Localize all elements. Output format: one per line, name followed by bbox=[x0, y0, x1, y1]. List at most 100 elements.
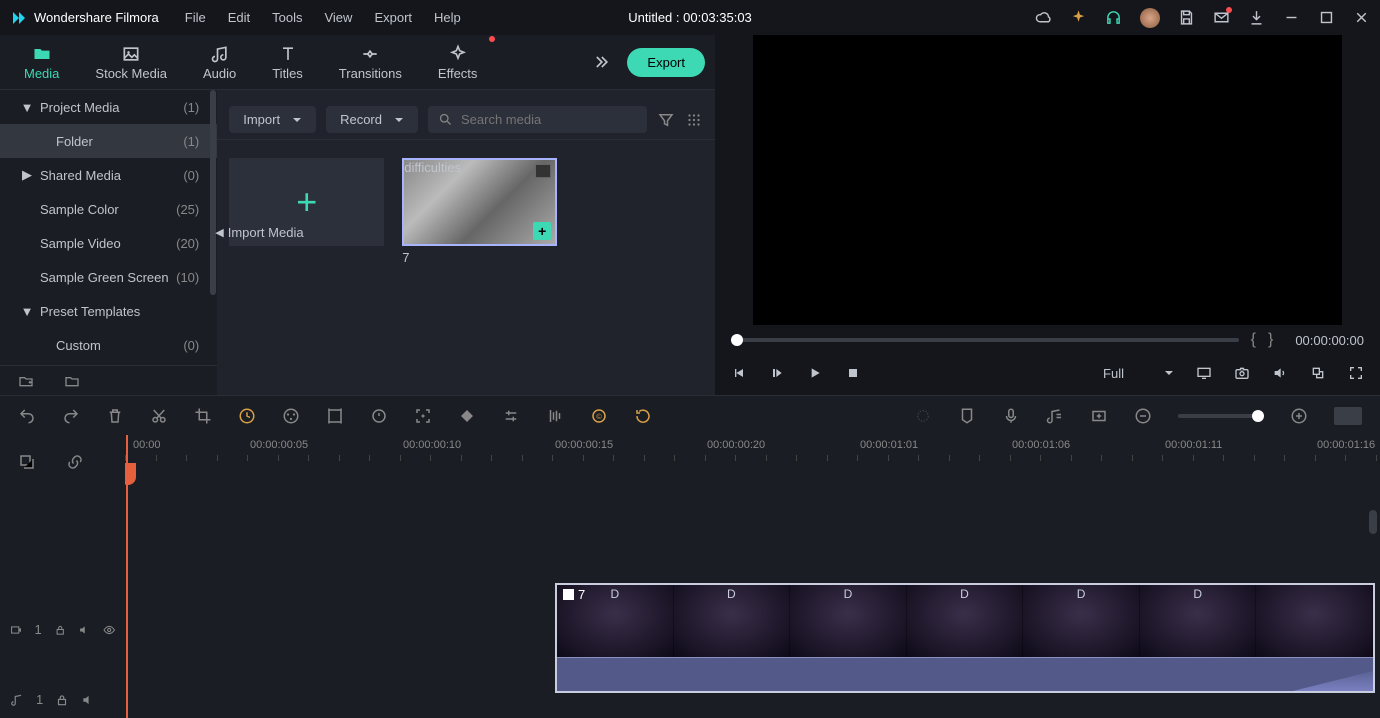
seek-thumb[interactable] bbox=[731, 334, 743, 346]
sidebar-sample-color[interactable]: Sample Color (25) bbox=[0, 192, 217, 226]
zoom-out-icon[interactable] bbox=[1134, 407, 1152, 425]
record-dropdown[interactable]: Record bbox=[326, 106, 418, 133]
mute-icon[interactable] bbox=[78, 623, 90, 637]
zoom-slider[interactable] bbox=[1178, 414, 1264, 418]
media-clip[interactable]: +difficulties 7 bbox=[402, 158, 557, 265]
new-folder-icon[interactable] bbox=[18, 373, 34, 389]
sidebar-preset-templates[interactable]: ▼ Preset Templates bbox=[0, 294, 217, 328]
adjust-icon[interactable] bbox=[502, 407, 520, 425]
menu-file[interactable]: File bbox=[185, 10, 206, 25]
snapshot-icon[interactable] bbox=[1234, 365, 1250, 381]
preview-screen[interactable] bbox=[753, 35, 1342, 325]
marker-dashed-icon[interactable] bbox=[914, 407, 932, 425]
display-icon[interactable] bbox=[1196, 365, 1212, 381]
user-avatar[interactable] bbox=[1140, 8, 1160, 28]
menu-export[interactable]: Export bbox=[374, 10, 412, 25]
popout-icon[interactable] bbox=[1310, 365, 1326, 381]
speed-ramp-icon[interactable] bbox=[370, 407, 388, 425]
sidebar-sample-green[interactable]: Sample Green Screen (10) bbox=[0, 260, 217, 294]
grid-view-icon[interactable] bbox=[685, 111, 703, 129]
delete-icon[interactable] bbox=[106, 407, 124, 425]
menu-view[interactable]: View bbox=[324, 10, 352, 25]
mic-icon[interactable] bbox=[1002, 407, 1020, 425]
download-icon[interactable] bbox=[1248, 9, 1265, 26]
save-icon[interactable] bbox=[1178, 9, 1195, 26]
step-forward-icon[interactable] bbox=[769, 365, 785, 381]
import-media-label[interactable]: ◀ Import Media bbox=[215, 225, 303, 240]
volume-icon[interactable] bbox=[1272, 365, 1288, 381]
menu-help[interactable]: Help bbox=[434, 10, 461, 25]
visibility-icon[interactable] bbox=[103, 623, 115, 637]
filter-icon[interactable] bbox=[657, 111, 675, 129]
fullscreen-icon[interactable] bbox=[1348, 365, 1364, 381]
sidebar-scrollbar[interactable] bbox=[210, 90, 216, 295]
maximize-icon[interactable] bbox=[1318, 9, 1335, 26]
quality-dropdown[interactable]: Full bbox=[1103, 366, 1174, 381]
view-toggle[interactable] bbox=[1334, 407, 1362, 425]
tab-media[interactable]: Media bbox=[10, 38, 73, 87]
cut-icon[interactable] bbox=[150, 407, 168, 425]
sidebar-shared-media[interactable]: ▶ Shared Media (0) bbox=[0, 158, 217, 192]
lock-icon[interactable] bbox=[54, 623, 66, 637]
stop-icon[interactable] bbox=[845, 365, 861, 381]
undo-icon[interactable] bbox=[18, 407, 36, 425]
audio-sync-icon[interactable] bbox=[1046, 407, 1064, 425]
add-to-timeline-icon[interactable]: + bbox=[533, 222, 551, 240]
sidebar-project-media[interactable]: ▼ Project Media (1) bbox=[0, 90, 217, 124]
chevron-double-right-icon[interactable] bbox=[591, 52, 611, 72]
search-input[interactable] bbox=[461, 112, 637, 127]
cloud-icon[interactable] bbox=[1035, 9, 1052, 26]
keyframe-icon[interactable] bbox=[458, 407, 476, 425]
green-screen-icon[interactable] bbox=[326, 407, 344, 425]
headphones-icon[interactable] bbox=[1105, 9, 1122, 26]
mark-in-button[interactable]: { bbox=[1251, 331, 1256, 349]
zoom-in-icon[interactable] bbox=[1290, 407, 1308, 425]
import-dropdown[interactable]: Import bbox=[229, 106, 316, 133]
play-icon[interactable] bbox=[807, 365, 823, 381]
tab-audio[interactable]: Audio bbox=[189, 38, 250, 87]
tab-transitions[interactable]: Transitions bbox=[325, 38, 416, 87]
speed-icon[interactable] bbox=[238, 407, 256, 425]
color-icon[interactable] bbox=[282, 407, 300, 425]
tab-effects[interactable]: Effects bbox=[424, 38, 492, 87]
video-track-head[interactable]: 1 bbox=[0, 577, 125, 681]
timeline-ruler[interactable]: 00:00 00:00:00:05 00:00:00:10 00:00:00:1… bbox=[125, 435, 1380, 465]
seek-slider[interactable] bbox=[731, 338, 1239, 342]
crop-icon[interactable] bbox=[194, 407, 212, 425]
expand-icon[interactable]: ▼ bbox=[20, 304, 34, 319]
export-button[interactable]: Export bbox=[627, 48, 705, 77]
rotate-icon[interactable] bbox=[634, 407, 652, 425]
stack-icon[interactable] bbox=[18, 453, 36, 471]
mark-out-button[interactable]: } bbox=[1268, 331, 1273, 349]
expand-icon[interactable]: ▶ bbox=[20, 167, 34, 183]
tab-stock-media[interactable]: Stock Media bbox=[81, 38, 181, 87]
sidebar-sample-video[interactable]: Sample Video (20) bbox=[0, 226, 217, 260]
auto-icon[interactable]: © bbox=[590, 407, 608, 425]
clip-thumbnail[interactable]: +difficulties bbox=[402, 158, 557, 246]
tracking-icon[interactable] bbox=[414, 407, 432, 425]
playhead[interactable] bbox=[126, 435, 128, 718]
prev-frame-icon[interactable] bbox=[731, 365, 747, 381]
menu-edit[interactable]: Edit bbox=[228, 10, 250, 25]
sidebar-folder[interactable]: Folder (1) bbox=[0, 124, 217, 158]
mute-icon[interactable] bbox=[81, 693, 95, 707]
lock-icon[interactable] bbox=[55, 693, 69, 707]
tab-titles[interactable]: Titles bbox=[258, 38, 317, 87]
redo-icon[interactable] bbox=[62, 407, 80, 425]
timeline-clip[interactable]: 7 D D D D D D bbox=[555, 583, 1375, 693]
expand-icon[interactable]: ▼ bbox=[20, 100, 34, 115]
audio-track-head[interactable]: 1 bbox=[0, 682, 125, 718]
link-icon[interactable] bbox=[66, 453, 84, 471]
add-track-icon[interactable] bbox=[1090, 407, 1108, 425]
clip-audio-track[interactable] bbox=[557, 657, 1373, 691]
sidebar-custom[interactable]: Custom (0) bbox=[0, 328, 217, 362]
minimize-icon[interactable] bbox=[1283, 9, 1300, 26]
sparkle-icon[interactable] bbox=[1070, 9, 1087, 26]
menu-tools[interactable]: Tools bbox=[272, 10, 302, 25]
timeline-scrollbar[interactable] bbox=[1369, 510, 1377, 534]
search-box[interactable] bbox=[428, 106, 647, 133]
mail-icon[interactable] bbox=[1213, 9, 1230, 26]
folder-check-icon[interactable] bbox=[64, 373, 80, 389]
marker-icon[interactable] bbox=[958, 407, 976, 425]
close-icon[interactable] bbox=[1353, 9, 1370, 26]
